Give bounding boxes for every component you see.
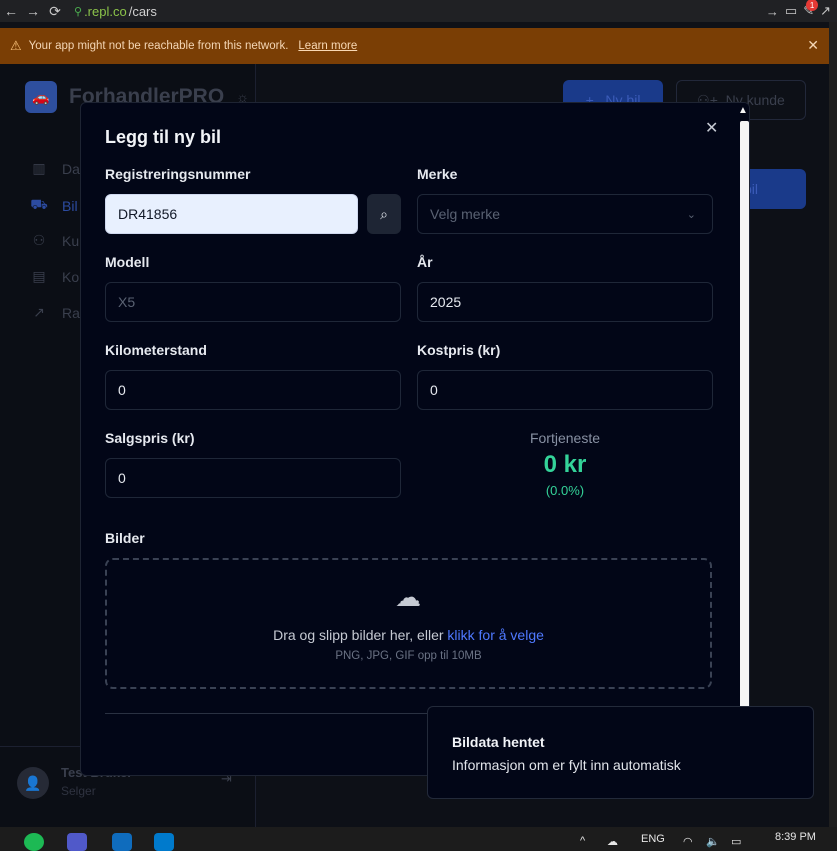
mileage-input[interactable]: 0 [105,370,401,410]
year-input[interactable]: 2025 [417,282,713,322]
warning-message: Your app might not be reachable from thi… [28,40,289,52]
notification-badge: 1 [806,0,819,11]
network-warning-banner: ⚠ Your app might not be reachable from t… [0,28,829,64]
outlook-icon[interactable] [112,833,132,851]
send-icon[interactable]: → [766,4,779,19]
extensions-icon[interactable]: ✎1 [803,0,819,19]
sidebar-item-dashboard[interactable]: ▥ Da [30,160,80,177]
car-logo-icon: 🚗 [25,81,57,113]
km-label: Kilometerstand [105,342,207,358]
user-role: Selger [61,784,96,798]
toast-notification: Bildata hentet Informasjon om er fylt in… [427,706,814,799]
tray-chevron-icon[interactable]: ^ [580,835,585,847]
url-path: /cars [128,3,157,19]
scrollbar-thumb[interactable] [740,121,749,721]
dialog-title: Legg til ny bil [105,127,221,147]
sidebar-item-label: Ra [62,304,80,321]
learn-more-link[interactable]: Learn more [298,40,357,52]
window-edge [829,22,837,827]
toast-title: Bildata hentet [452,734,545,750]
add-car-dialog: Legg til ny bil ✕ Registreringsnummer DR… [80,102,750,776]
vscode-icon[interactable] [154,833,174,851]
chart-icon: ▥ [32,160,46,176]
dropzone-hint: PNG, JPG, GIF opp til 10MB [335,650,482,662]
images-label: Bilder [105,530,145,546]
upload-cloud-icon: ☁ [395,582,421,612]
profit-label: Fortjeneste [529,430,601,446]
sidebar-item-label: Da [62,160,80,177]
avatar: 👤 [17,767,49,799]
battery-icon[interactable]: ▭ [731,835,741,848]
url-host: .repl.co [84,3,127,19]
sidebar-item-customers[interactable]: ⚇ Ku [30,232,79,249]
search-icon: ⌕ [380,205,388,222]
devices-icon[interactable]: ▭ [785,3,797,19]
taskbar: ^ ☁ ENG ◠ 🔈 ▭ 8:39 PM [0,827,837,851]
open-external-icon[interactable]: ↗ [820,3,831,19]
model-input[interactable]: X5 [105,282,401,322]
cost-price-input[interactable]: 0 [417,370,713,410]
trend-icon: ↗ [33,304,45,320]
dropzone-text: Dra og slipp bilder her, eller klikk for… [107,627,710,643]
back-icon[interactable]: ← [0,0,22,22]
cloud-icon[interactable]: ☁ [607,835,618,848]
document-icon: ▤ [32,268,46,284]
profit-percent: (0.0%) [545,483,585,498]
registration-input[interactable]: DR41856 [105,194,358,234]
sidebar-item-label: Ko [62,268,80,285]
spotify-icon[interactable] [24,833,44,851]
cost-label: Kostpris (kr) [417,342,501,358]
language-indicator[interactable]: ENG [641,833,665,845]
close-icon[interactable]: ✕ [807,37,819,54]
brand-select[interactable]: Velg merke ⌄ [417,194,713,234]
sidebar-item-cars[interactable]: ⛟ Bil [30,196,78,215]
choose-files-link[interactable]: klikk for å velge [447,627,543,643]
sidebar-item-reports[interactable]: ↗ Ra [30,304,80,321]
scroll-up-arrow-icon[interactable]: ▲ [738,105,748,116]
brand-placeholder: Velg merke [430,206,501,222]
link-icon: ⚲ [74,5,83,18]
warning-icon: ⚠ [10,38,22,53]
close-icon[interactable]: ✕ [705,118,718,138]
model-label: Modell [105,254,150,270]
sidebar-item-documents[interactable]: ▤ Ko [30,268,79,285]
sidebar-item-label: Ku [62,232,80,249]
search-button[interactable]: ⌕ [367,194,401,234]
users-icon: ⚇ [32,232,46,248]
clock[interactable]: 8:39 PM [775,831,816,843]
address-bar[interactable]: ⚲ .repl.co/cars [74,4,157,19]
teams-icon[interactable] [67,833,87,851]
sidebar-item-label: Bil [62,197,78,214]
reg-label: Registreringsnummer [105,166,251,182]
wifi-icon[interactable]: ◠ [683,835,693,848]
forward-icon[interactable]: → [22,0,44,22]
drop-text: Dra og slipp bilder her, eller [273,627,448,643]
chevron-down-icon: ⌄ [686,208,696,221]
year-label: År [417,254,433,270]
browser-toolbar: ← → ⟳ ⚲ .repl.co/cars → ▭ ✎1 ↗ [0,0,837,22]
volume-icon[interactable]: 🔈 [706,835,720,848]
price-label: Salgspris (kr) [105,430,195,446]
brand-label: Merke [417,166,458,182]
car-icon: ⛟ [30,196,48,212]
image-dropzone[interactable]: ☁ Dra og slipp bilder her, eller klikk f… [105,558,712,689]
toast-body: Informasjon om er fylt inn automatisk [452,757,681,773]
reload-icon[interactable]: ⟳ [44,0,66,22]
sale-price-input[interactable]: 0 [105,458,401,498]
profit-value: 0 kr [543,451,587,478]
